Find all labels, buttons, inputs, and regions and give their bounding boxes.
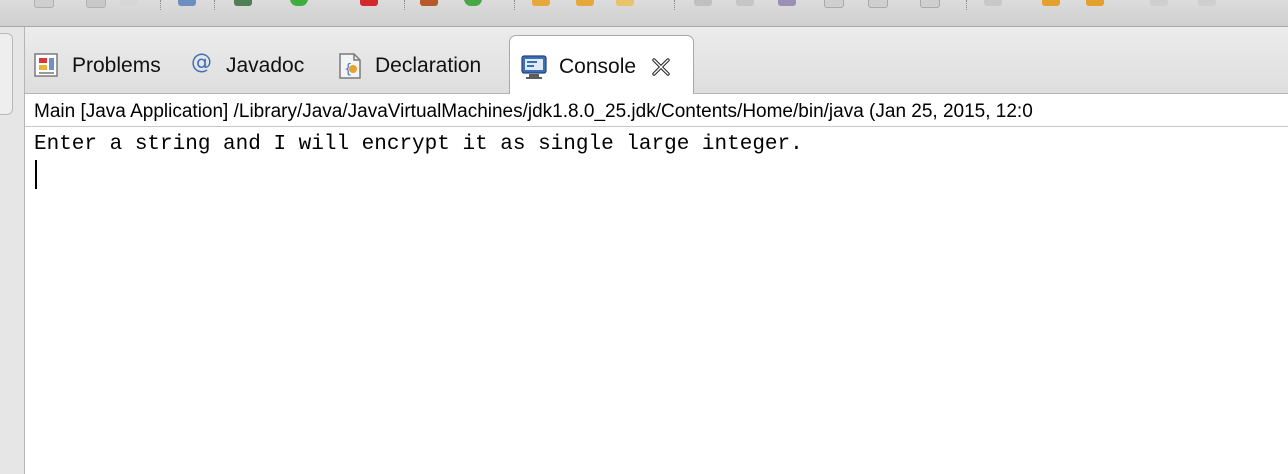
tab-declaration[interactable]: { Declaration bbox=[336, 35, 481, 93]
tab-problems[interactable]: Problems bbox=[33, 35, 161, 93]
open-folder-icon[interactable] bbox=[576, 0, 594, 6]
tab-label: Console bbox=[559, 55, 637, 78]
open-folder-icon[interactable] bbox=[532, 0, 550, 6]
problems-icon bbox=[33, 52, 61, 80]
nav-icon[interactable] bbox=[736, 0, 754, 6]
run-icon[interactable] bbox=[464, 0, 482, 6]
tab-label: Javadoc bbox=[226, 54, 305, 77]
nav-icon[interactable] bbox=[824, 0, 844, 8]
nav-icon[interactable] bbox=[1198, 0, 1216, 6]
toolbar-icon[interactable] bbox=[86, 0, 106, 8]
toolbar-icon[interactable] bbox=[120, 0, 138, 6]
nav-icon[interactable] bbox=[984, 0, 1002, 6]
tab-javadoc[interactable]: @ Javadoc bbox=[191, 35, 304, 93]
main-toolbar bbox=[0, 0, 1288, 27]
at-sign-icon: @ bbox=[191, 50, 215, 80]
toolbar-separator bbox=[966, 0, 967, 10]
toolbar-separator bbox=[214, 0, 215, 10]
tab-label: Problems bbox=[72, 54, 161, 77]
view-tab-bar: Problems @ Javadoc {Declaration Console bbox=[25, 27, 1288, 94]
arrow-right-icon[interactable] bbox=[1086, 0, 1104, 6]
run-icon[interactable] bbox=[290, 0, 308, 6]
tab-console[interactable]: Console bbox=[509, 35, 694, 94]
toolbar-separator bbox=[160, 0, 161, 10]
eclipse-window: Problems @ Javadoc {Declaration Console… bbox=[0, 0, 1288, 474]
close-icon[interactable] bbox=[650, 56, 672, 78]
refresh-icon[interactable] bbox=[234, 0, 252, 6]
nav-icon[interactable] bbox=[694, 0, 712, 6]
text-caret bbox=[35, 160, 37, 189]
tab-label: Declaration bbox=[375, 54, 482, 77]
console-view: Problems @ Javadoc {Declaration Console… bbox=[25, 27, 1288, 474]
console-icon bbox=[520, 53, 548, 81]
edit-icon[interactable] bbox=[616, 0, 634, 6]
console-description: Main [Java Application] /Library/Java/Ja… bbox=[34, 101, 1033, 122]
nav-icon[interactable] bbox=[868, 0, 888, 8]
divider bbox=[25, 126, 1288, 127]
trim-handle[interactable] bbox=[0, 33, 13, 115]
nav-icon[interactable] bbox=[778, 0, 796, 6]
toolbar-separator bbox=[514, 0, 515, 10]
at-sign-glyph: @ bbox=[191, 50, 212, 74]
console-output-text[interactable]: Enter a string and I will encrypt it as … bbox=[34, 132, 803, 158]
search-icon[interactable] bbox=[178, 0, 196, 6]
nav-icon[interactable] bbox=[1150, 0, 1168, 6]
nav-icon[interactable] bbox=[920, 0, 940, 8]
toolbar-separator bbox=[404, 0, 405, 10]
debug-icon[interactable] bbox=[360, 0, 378, 6]
tools-icon[interactable] bbox=[420, 0, 438, 6]
arrow-left-icon[interactable] bbox=[1042, 0, 1060, 6]
toolbar-icon[interactable] bbox=[34, 0, 54, 8]
declaration-icon: { bbox=[336, 52, 364, 80]
toolbar-separator bbox=[674, 0, 675, 10]
left-trim-bar bbox=[0, 27, 25, 474]
